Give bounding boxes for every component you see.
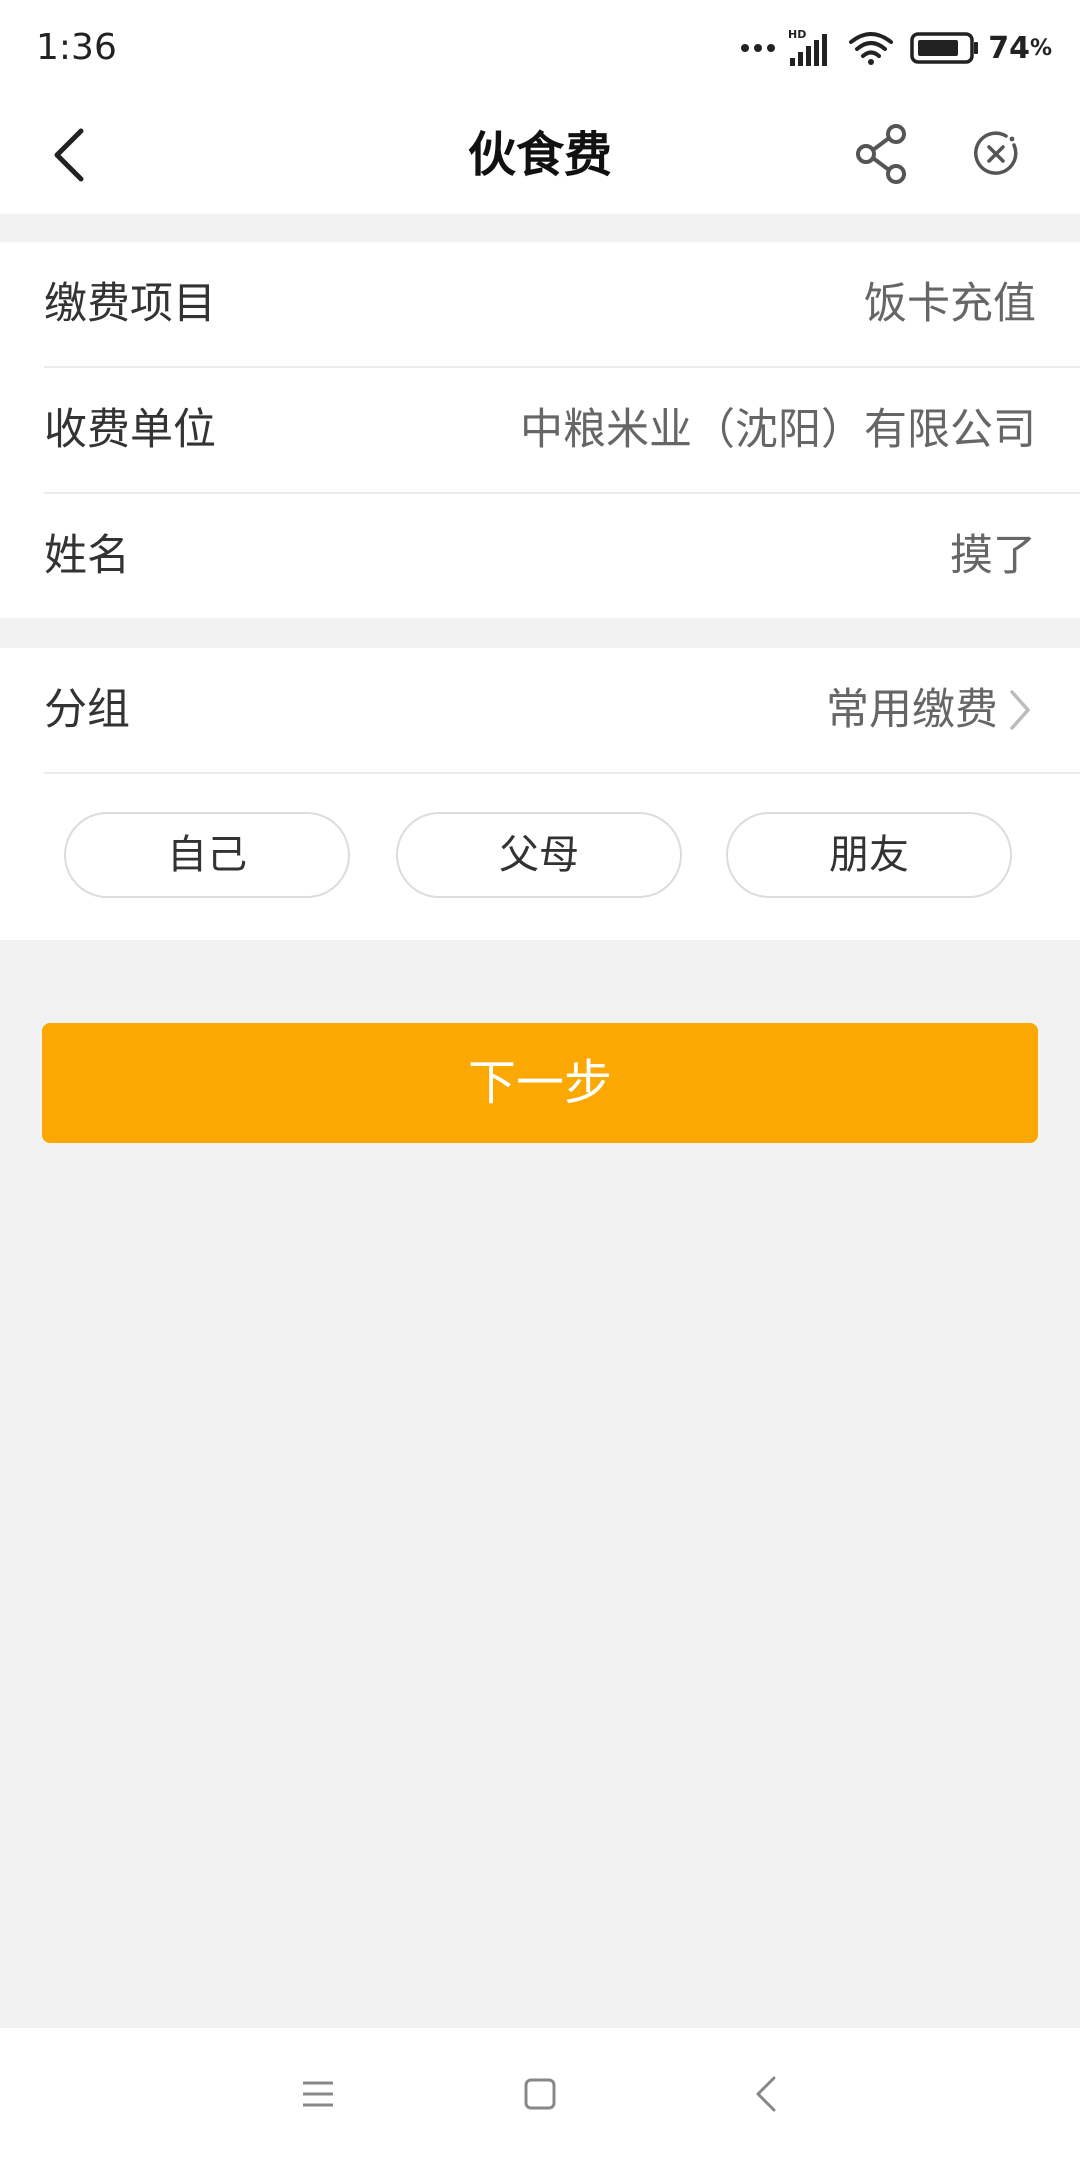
chip-self[interactable]: 自己 — [64, 812, 350, 898]
payee-row: 收费单位 中粮米业（沈阳）有限公司 — [44, 368, 1080, 494]
status-time: 1:36 — [36, 27, 117, 68]
payment-item-row: 缴费项目 饭卡充值 — [44, 242, 1080, 368]
navigation-bar: 伙食费 — [0, 96, 1080, 214]
group-row[interactable]: 分组 常用缴费 — [44, 648, 1080, 774]
close-button[interactable] — [960, 118, 1032, 190]
more-dots-icon — [740, 43, 776, 53]
chip-parents[interactable]: 父母 — [396, 812, 682, 898]
name-label: 姓名 — [44, 531, 130, 581]
payment-info-card: 缴费项目 饭卡充值 收费单位 中粮米业（沈阳）有限公司 姓名 摸了 — [0, 242, 1080, 618]
group-chips: 自己 父母 朋友 — [0, 812, 1080, 900]
group-value: 常用缴费 — [826, 685, 998, 735]
payment-item-label: 缴费项目 — [44, 279, 216, 329]
system-navigation-bar — [0, 2028, 1080, 2158]
status-bar: 1:36 HD 74 % — [0, 0, 1080, 96]
menu-icon — [303, 2081, 333, 2107]
close-circle-icon — [974, 131, 1018, 175]
group-card: 分组 常用缴费 自己 父母 朋友 — [0, 648, 1080, 940]
recent-apps-button[interactable] — [288, 2064, 348, 2124]
status-indicators: HD 74% — [740, 24, 1052, 72]
group-selector[interactable]: 常用缴费 — [826, 648, 1032, 772]
battery-icon — [910, 31, 980, 65]
wifi-icon — [848, 30, 894, 66]
page-title: 伙食费 — [467, 127, 612, 183]
name-value: 摸了 — [950, 531, 1036, 581]
system-back-button[interactable] — [736, 2064, 796, 2124]
group-label: 分组 — [44, 685, 130, 735]
payee-value: 中粮米业（沈阳）有限公司 — [520, 405, 1036, 455]
svg-text:HD: HD — [788, 28, 806, 41]
next-step-button[interactable]: 下一步 — [42, 1023, 1038, 1143]
chip-friends[interactable]: 朋友 — [726, 812, 1012, 898]
payee-label: 收费单位 — [44, 405, 216, 455]
back-button[interactable] — [38, 124, 100, 186]
payment-item-value: 饭卡充值 — [864, 279, 1036, 329]
back-triangle-icon — [756, 2076, 776, 2112]
home-square-icon — [524, 2078, 556, 2110]
battery-percent: 74% — [988, 30, 1052, 66]
name-row: 姓名 摸了 — [44, 494, 1080, 618]
signal-icon: HD — [786, 28, 832, 68]
share-button[interactable] — [846, 118, 918, 190]
chevron-right-icon — [1008, 688, 1032, 732]
share-icon — [856, 124, 906, 184]
back-arrow-icon — [54, 128, 84, 182]
home-button[interactable] — [510, 2064, 570, 2124]
